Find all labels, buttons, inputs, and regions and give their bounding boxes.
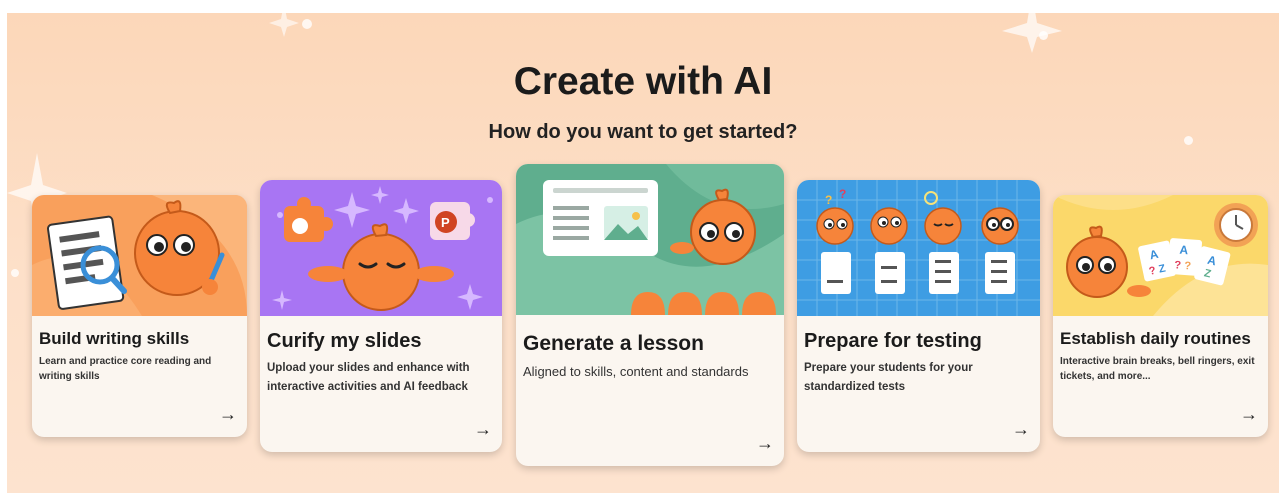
lesson-illustration [516,164,784,315]
testing-illustration: ? ? [797,180,1040,316]
card-title: Generate a lesson [523,332,704,355]
arrow-right-icon: → [1240,404,1258,424]
routines-illustration: A ? Z A ? ? A Z [1053,195,1268,316]
dot-decoration [1039,31,1048,40]
card-generate-a-lesson[interactable]: Generate a lesson Aligned to skills, con… [516,164,784,466]
card-description: Aligned to skills, content and standards [523,364,749,379]
arrow-right-icon: → [219,404,237,424]
thinking-mark: ? [825,193,832,207]
card-description: Prepare your students for your standardi… [804,362,973,393]
arrow-right-icon: → [756,433,774,453]
thinking-mark: ? [839,187,846,201]
card-build-writing-skills[interactable]: Build writing skills Learn and practice … [32,195,247,437]
dot-decoration [302,19,312,29]
card-title: Build writing skills [39,329,190,348]
page-subtitle: How do you want to get started? [488,121,798,143]
flashcard-letter: ? [1184,260,1192,272]
card-title: Establish daily routines [1060,329,1251,348]
card-prepare-for-testing[interactable]: ? ? Prepare for testing Prepare your stu… [797,180,1040,452]
card-establish-daily-routines[interactable]: A ? Z A ? ? A Z Establish daily routines… [1053,195,1268,437]
card-title: Curify my slides [267,330,422,352]
sparkle-decoration-top [1002,13,1062,53]
flashcard-letter: ? [1174,259,1182,271]
flashcard-letter: A [1179,243,1189,258]
card-title: Prepare for testing [804,330,982,352]
writing-illustration [32,195,247,316]
slides-illustration: P [260,180,502,316]
arrow-right-icon: → [1012,419,1030,439]
dot-decoration [11,269,19,277]
card-curify-my-slides[interactable]: P Curify my slides Upload your slides an… [260,180,502,452]
sparkle-decoration-small [269,13,299,37]
card-description: Upload your slides and enhance with inte… [267,362,470,393]
card-description: Learn and practice core reading and writ… [39,356,212,382]
powerpoint-icon: P [441,215,450,230]
card-description: Interactive brain breaks, bell ringers, … [1060,356,1255,382]
page-title: Create with AI [513,60,773,103]
arrow-right-icon: → [474,419,492,439]
